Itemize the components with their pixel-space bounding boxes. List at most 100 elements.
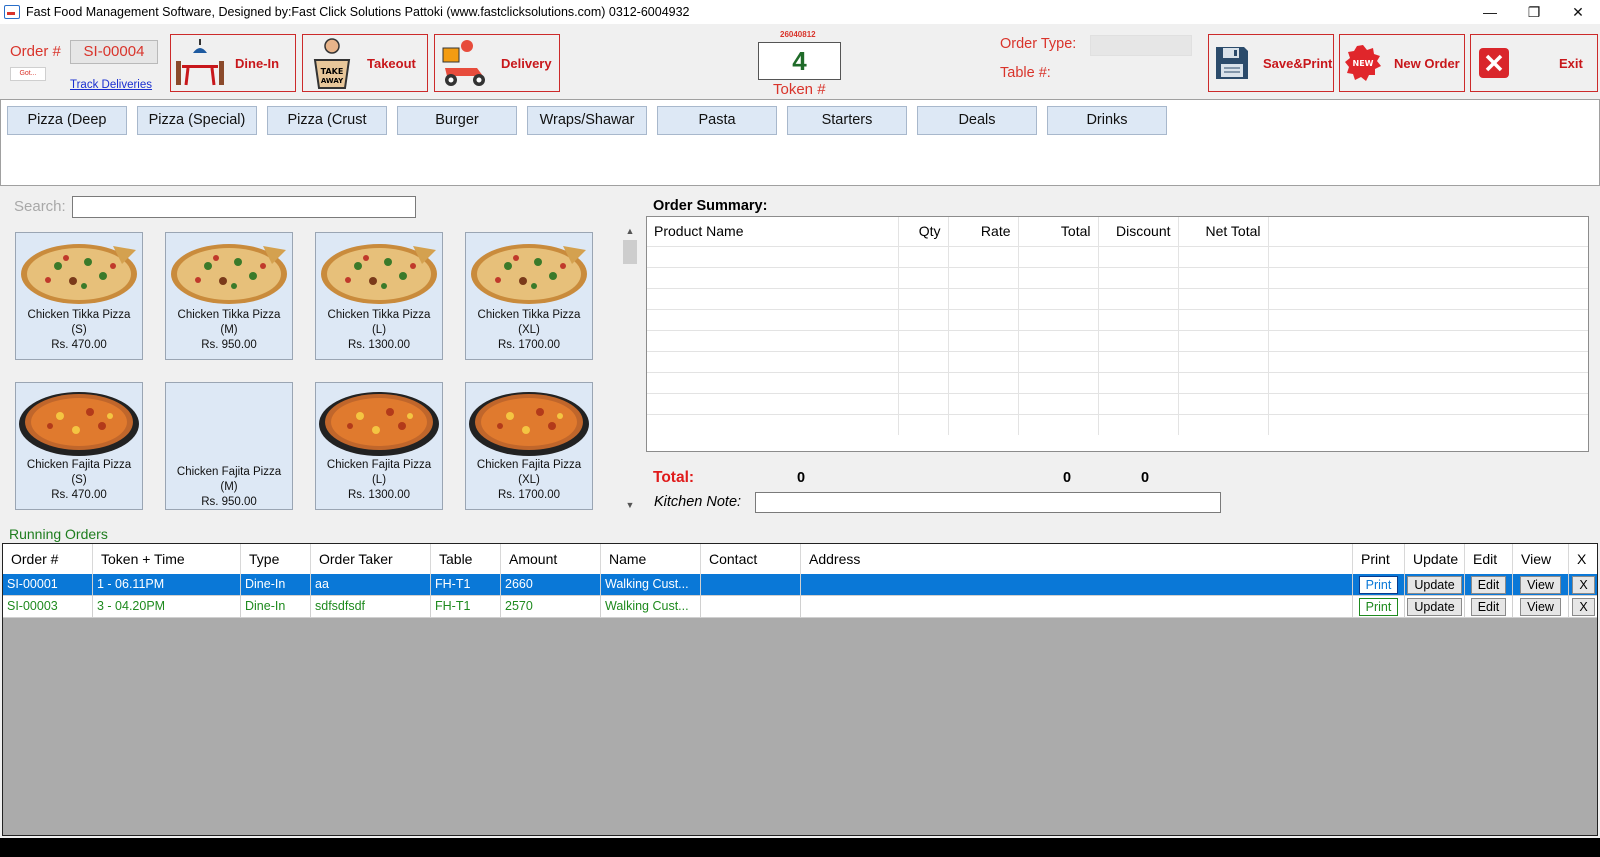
product-tile[interactable]: Chicken Fajita Pizza (XL) Rs. 1700.00 [465, 382, 593, 510]
cell-taker: sdfsdfsdf [311, 596, 431, 618]
scroll-down-icon[interactable]: ▼ [622, 497, 638, 513]
print-button[interactable]: Print [1358, 597, 1399, 616]
restore-button[interactable]: ❐ [1512, 0, 1556, 24]
category-pizza-deep[interactable]: Pizza (Deep [7, 106, 127, 135]
view-button[interactable]: View [1520, 597, 1561, 616]
print-button[interactable]: Print [1358, 575, 1399, 594]
close-button[interactable]: ✕ [1556, 0, 1600, 24]
product-tile[interactable]: Chicken Tikka Pizza (L) Rs. 1300.00 [315, 232, 443, 360]
col-discount: Discount [1098, 217, 1179, 246]
product-tile[interactable]: Chicken Fajita Pizza (M) Rs. 950.00 [165, 382, 293, 510]
total-label: Total: [653, 469, 695, 486]
cell-token-time: 3 - 04.20PM [93, 596, 241, 618]
pizza-image [18, 386, 140, 458]
dine-in-button[interactable]: Dine-In [170, 34, 296, 92]
cell-view: View [1513, 596, 1569, 618]
col-print: Print [1353, 544, 1405, 574]
summary-empty-row [647, 266, 1588, 288]
cell-type: Dine-In [241, 574, 311, 596]
exit-x-icon [1471, 35, 1517, 91]
product-tile[interactable]: Chicken Fajita Pizza (L) Rs. 1300.00 [315, 382, 443, 510]
category-deals[interactable]: Deals [917, 106, 1037, 135]
kitchen-note-input[interactable] [755, 492, 1221, 513]
pizza-image [468, 236, 590, 308]
save-print-button[interactable]: Save&Print [1208, 34, 1334, 92]
summary-empty-row [647, 413, 1588, 435]
scroll-thumb[interactable] [623, 240, 637, 264]
product-name: Chicken Tikka Pizza (L) [327, 309, 431, 336]
col-rate: Rate [948, 217, 1019, 246]
col-amount: Amount [501, 544, 601, 574]
delete-row-button[interactable]: X [1572, 597, 1595, 616]
order-summary-grid[interactable]: Product Name Qty Rate Total Discount Net… [646, 216, 1589, 452]
update-button[interactable]: Update [1407, 597, 1462, 616]
takeout-button[interactable]: TAKE AWAY Takeout [302, 34, 428, 92]
token-number: 4 [758, 42, 841, 80]
edit-button[interactable]: Edit [1470, 575, 1507, 594]
product-price: Rs. 470.00 [51, 489, 107, 501]
title-bar: Fast Food Management Software, Designed … [0, 0, 1600, 24]
svg-text:NEW: NEW [1353, 59, 1374, 68]
product-price: Rs. 950.00 [201, 496, 257, 508]
col-update: Update [1405, 544, 1465, 574]
product-tile[interactable]: Chicken Tikka Pizza (XL) Rs. 1700.00 [465, 232, 593, 360]
product-name: Chicken Fajita Pizza (M) [176, 466, 282, 493]
product-price: Rs. 1700.00 [497, 489, 560, 501]
order-summary-title: Order Summary: [653, 198, 768, 214]
delivery-button[interactable]: Delivery [434, 34, 560, 92]
category-pizza-special[interactable]: Pizza (Special) [137, 106, 257, 135]
cell-contact [701, 596, 801, 618]
product-tile[interactable]: Chicken Tikka Pizza (M) Rs. 950.00 [165, 232, 293, 360]
cell-print: Print [1353, 596, 1405, 618]
col-order-no: Order # [3, 544, 93, 574]
product-tile[interactable]: Chicken Tikka Pizza (S) Rs. 470.00 [15, 232, 143, 360]
exit-button[interactable]: Exit [1470, 34, 1598, 92]
col-contact: Contact [701, 544, 801, 574]
running-order-row[interactable]: SI-00003 3 - 04.20PM Dine-In sdfsdfsdf FH-T1… [3, 596, 1597, 618]
svg-text:AWAY: AWAY [321, 77, 344, 85]
view-button[interactable]: View [1520, 575, 1561, 594]
cell-x: X [1569, 596, 1597, 618]
save-disk-icon [1209, 35, 1255, 91]
product-grid-scrollbar[interactable]: ▲ ▼ [622, 223, 638, 513]
search-input[interactable] [72, 196, 416, 218]
cell-contact [701, 574, 801, 596]
save-print-label: Save&Print [1263, 55, 1333, 71]
summary-empty-row [647, 287, 1588, 309]
track-deliveries-link[interactable]: Track Deliveries [70, 79, 152, 91]
new-order-button[interactable]: NEW New Order [1339, 34, 1465, 92]
col-token-time: Token + Time [93, 544, 241, 574]
pizza-image [168, 236, 290, 308]
running-order-row[interactable]: SI-00001 1 - 06.11PM Dine-In aa FH-T1 2660 Wal… [3, 574, 1597, 596]
cell-update: Update [1405, 596, 1465, 618]
category-starters[interactable]: Starters [787, 106, 907, 135]
minimize-button[interactable]: — [1468, 0, 1512, 24]
col-type: Type [241, 544, 311, 574]
category-pasta[interactable]: Pasta [657, 106, 777, 135]
product-tile[interactable]: Chicken Fajita Pizza (S) Rs. 470.00 [15, 382, 143, 510]
dine-in-label: Dine-In [235, 55, 280, 71]
delivery-scooter-icon [435, 35, 493, 91]
search-label: Search: [14, 198, 66, 215]
col-order-taker: Order Taker [311, 544, 431, 574]
category-wraps[interactable]: Wraps/Shawar [527, 106, 647, 135]
cell-view: View [1513, 574, 1569, 596]
category-pizza-crust[interactable]: Pizza (Crust [267, 106, 387, 135]
window-title: Fast Food Management Software, Designed … [26, 5, 690, 19]
category-burger[interactable]: Burger [397, 106, 517, 135]
cell-table: FH-T1 [431, 574, 501, 596]
cell-edit: Edit [1465, 574, 1513, 596]
col-edit: Edit [1465, 544, 1513, 574]
category-strip: Pizza (Deep Pizza (Special) Pizza (Crust… [0, 99, 1600, 186]
col-net-total: Net Total [1178, 217, 1269, 246]
cell-order: SI-00001 [3, 574, 93, 596]
cell-address [801, 574, 1353, 596]
product-price: Rs. 1300.00 [347, 339, 410, 351]
category-drinks[interactable]: Drinks [1047, 106, 1167, 135]
edit-button[interactable]: Edit [1470, 597, 1507, 616]
got-button[interactable]: Got... [10, 67, 46, 81]
delete-row-button[interactable]: X [1572, 575, 1595, 594]
update-button[interactable]: Update [1407, 575, 1462, 594]
scroll-up-icon[interactable]: ▲ [622, 223, 638, 239]
top-toolbar: Order # SI-00004 Got... Track Deliveries… [0, 26, 1600, 98]
